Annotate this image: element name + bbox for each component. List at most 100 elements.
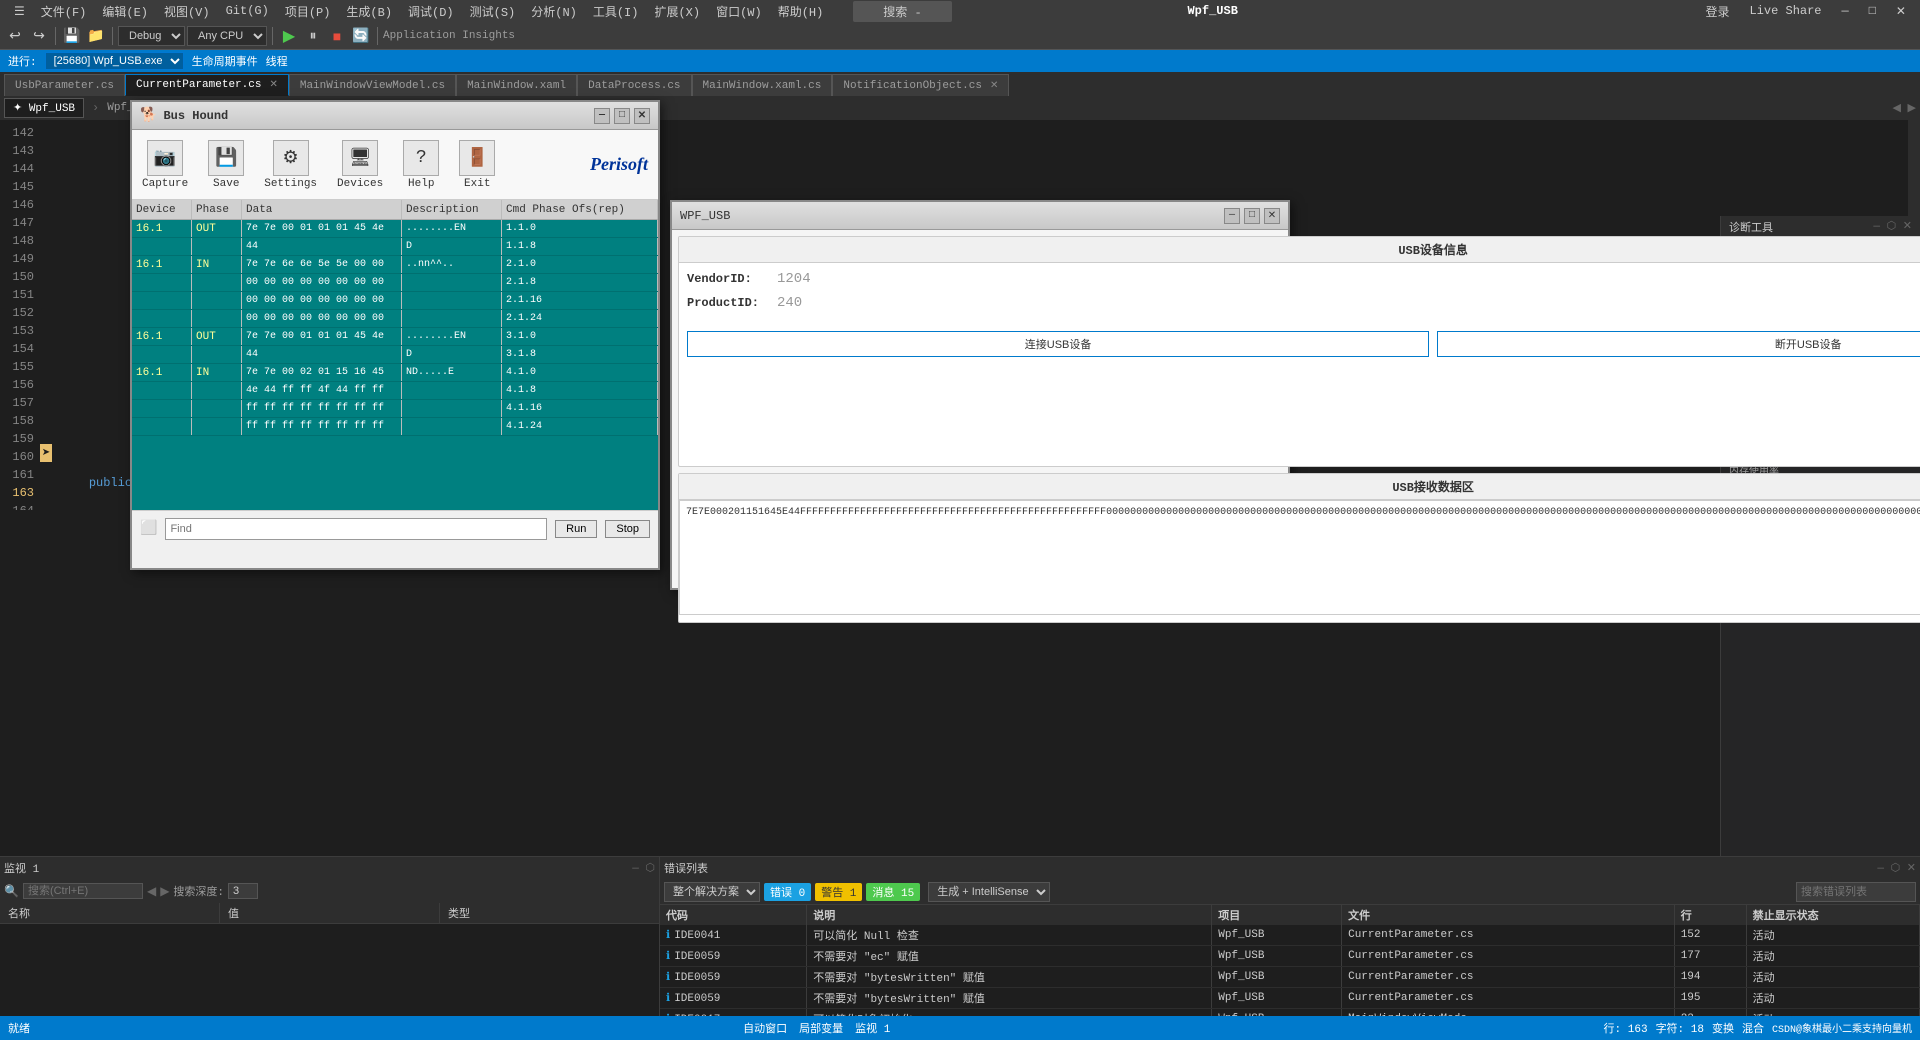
debug-mode-select[interactable]: Debug	[118, 26, 185, 46]
menu-test[interactable]: 测试(S)	[464, 1, 522, 22]
menu-project[interactable]: 项目(P)	[279, 1, 337, 22]
message-count[interactable]: 消息 15	[866, 883, 920, 901]
menu-right: 登录 Live Share — □ ✕	[1699, 1, 1912, 22]
wpf-maximize[interactable]: □	[1244, 208, 1260, 224]
error-code: ℹIDE0059	[660, 946, 807, 967]
bh-close[interactable]: ✕	[634, 108, 650, 124]
bh-data-area[interactable]: 16.1 OUT 7e 7e 00 01 01 01 45 4e .......…	[132, 220, 658, 510]
bh-stop-btn[interactable]: Stop	[605, 520, 650, 538]
bh-devices-icon: 🖥	[342, 140, 378, 176]
depth-input[interactable]	[228, 883, 258, 899]
watch-search-input[interactable]	[23, 883, 143, 899]
menu-file[interactable]: 文件(F)	[35, 1, 93, 22]
tab-mainwindow-xaml[interactable]: MainWindow.xaml	[456, 74, 577, 96]
window-close[interactable]: ✕	[1890, 2, 1912, 21]
build-filter[interactable]: 生成 + IntelliSense	[928, 882, 1050, 902]
error-count[interactable]: 错误 0	[764, 883, 811, 901]
bh-capture-btn[interactable]: 📷 Capture	[142, 140, 188, 190]
col-file: 文件	[1342, 905, 1675, 925]
error-controls: — ⬡ ✕	[1877, 861, 1916, 875]
bh-help-btn[interactable]: ? Help	[403, 140, 439, 190]
tab-usb-parameter[interactable]: UsbParameter.cs	[4, 74, 125, 96]
process-select[interactable]: [25680] Wpf_USB.exe	[45, 52, 184, 70]
bh-exit-btn[interactable]: 🚪 Exit	[459, 140, 495, 190]
vendor-id-row: VendorID: 1204	[687, 271, 1920, 287]
scroll-controls[interactable]: ◀ ▶	[1892, 101, 1916, 115]
bh-find-input[interactable]	[165, 518, 547, 540]
error-table-row[interactable]: ℹIDE0059 不需要对 "bytesWritten" 赋值 Wpf_USB …	[660, 967, 1920, 988]
tab-close-notification[interactable]: ✕	[990, 80, 998, 92]
toolbar-restart[interactable]: 🔄	[350, 25, 372, 47]
nav-left-icon[interactable]: ◀	[147, 884, 156, 899]
second-tab-wpf[interactable]: ✦ Wpf_USB	[4, 98, 84, 118]
error-table-row[interactable]: ℹIDE0017 可以简化对象初始化 Wpf_USB MainWindowVie…	[660, 1009, 1920, 1017]
wpf-close[interactable]: ✕	[1264, 208, 1280, 224]
menu-debug[interactable]: 调试(D)	[402, 1, 460, 22]
connect-usb-btn[interactable]: 连接USB设备	[687, 331, 1429, 357]
toolbar-undo[interactable]: ↩	[4, 25, 26, 47]
error-file: CurrentParameter.cs	[1342, 946, 1675, 967]
toolbar-redo[interactable]: ↪	[28, 25, 50, 47]
bh-maximize[interactable]: □	[614, 108, 630, 124]
solution-filter[interactable]: 整个解决方案	[664, 882, 760, 902]
recv-data-area[interactable]: 7E7E000201151645E44FFFFFFFFFFFFFFFFFFFFF…	[679, 500, 1920, 615]
bh-data-row-8: 44 D 3.1.8	[132, 346, 658, 364]
toolbar-open[interactable]: 📁	[85, 25, 107, 47]
bus-hound-titlebar: 🐕 Bus Hound — □ ✕	[132, 102, 658, 130]
menu-help[interactable]: 帮助(H)	[772, 1, 830, 22]
error-table-row[interactable]: ℹIDE0041 可以简化 Null 检查 Wpf_USB CurrentPar…	[660, 925, 1920, 946]
error-table-row[interactable]: ℹIDE0059 不需要对 "ec" 赋值 Wpf_USB CurrentPar…	[660, 946, 1920, 967]
tab-main-viewmodel[interactable]: MainWindowViewModel.cs	[289, 74, 456, 96]
toolbar-save[interactable]: 💾	[61, 25, 83, 47]
bottom-tab-auto[interactable]: 自动窗口	[743, 1020, 787, 1036]
bh-save-btn[interactable]: 💾 Save	[208, 140, 244, 190]
tab-close-current[interactable]: ✕	[269, 79, 277, 91]
bh-col-cmd: Cmd Phase Ofs(rep)	[502, 200, 658, 219]
window-min[interactable]: —	[1836, 2, 1855, 20]
bottom-tab-local[interactable]: 局部变量	[799, 1020, 843, 1036]
wpf-win-controls: — □ ✕	[1224, 208, 1280, 224]
toolbar-sep-4	[377, 27, 378, 45]
disconnect-usb-btn[interactable]: 断开USB设备	[1437, 331, 1920, 357]
window-max[interactable]: □	[1863, 2, 1882, 20]
menu-window[interactable]: 窗口(W)	[710, 1, 768, 22]
product-id-label: ProductID:	[687, 296, 777, 310]
tab-dataprocess[interactable]: DataProcess.cs	[577, 74, 691, 96]
bh-col-data: Data	[242, 200, 402, 219]
toolbar-stop[interactable]: ■	[326, 25, 348, 47]
menu-git[interactable]: Git(G)	[220, 2, 275, 20]
menu-build[interactable]: 生成(B)	[340, 1, 398, 22]
error-file: CurrentParameter.cs	[1342, 925, 1675, 946]
error-line: 177	[1674, 946, 1746, 967]
col-status: 禁止显示状态	[1746, 905, 1919, 925]
search-box[interactable]: 搜索 -	[853, 1, 951, 22]
error-desc: 可以简化对象初始化	[807, 1009, 1212, 1017]
error-table-container[interactable]: 代码 说明 项目 文件 行 禁止显示状态 ℹIDE0041 可以简化 Null …	[660, 905, 1920, 1016]
tab-current-parameter[interactable]: CurrentParameter.cs ✕	[125, 74, 289, 96]
cpu-select[interactable]: Any CPU	[187, 26, 267, 46]
error-table-row[interactable]: ℹIDE0059 不需要对 "bytesWritten" 赋值 Wpf_USB …	[660, 988, 1920, 1009]
menu-analyze[interactable]: 分析(N)	[525, 1, 583, 22]
wpf-minimize[interactable]: —	[1224, 208, 1240, 224]
error-file: CurrentParameter.cs	[1342, 967, 1675, 988]
bh-devices-btn[interactable]: 🖥 Devices	[337, 140, 383, 190]
watch-controls: — ⬡	[632, 861, 655, 875]
bh-minimize[interactable]: —	[594, 108, 610, 124]
toolbar-run[interactable]: ▶	[278, 25, 300, 47]
bottom-tab-watch[interactable]: 监视 1	[855, 1020, 890, 1036]
liveshare-btn[interactable]: Live Share	[1743, 2, 1827, 20]
tab-notification[interactable]: NotificationObject.cs ✕	[832, 74, 1009, 96]
toolbar-pause[interactable]: ⏸	[302, 25, 324, 47]
menu-edit[interactable]: 编辑(E)	[96, 1, 154, 22]
menu-view[interactable]: 视图(V)	[158, 1, 216, 22]
tab-mainwindow-cs[interactable]: MainWindow.xaml.cs	[692, 74, 833, 96]
bh-run-btn[interactable]: Run	[555, 520, 597, 538]
error-search[interactable]	[1796, 882, 1916, 902]
bh-settings-btn[interactable]: ⚙ Settings	[264, 140, 317, 190]
error-desc: 不需要对 "bytesWritten" 赋值	[807, 988, 1212, 1009]
nav-right-icon[interactable]: ▶	[160, 884, 169, 899]
menu-tools[interactable]: 工具(I)	[587, 1, 645, 22]
warning-count[interactable]: 警告 1	[815, 883, 862, 901]
login-btn[interactable]: 登录	[1699, 1, 1735, 22]
menu-extensions[interactable]: 扩展(X)	[648, 1, 706, 22]
